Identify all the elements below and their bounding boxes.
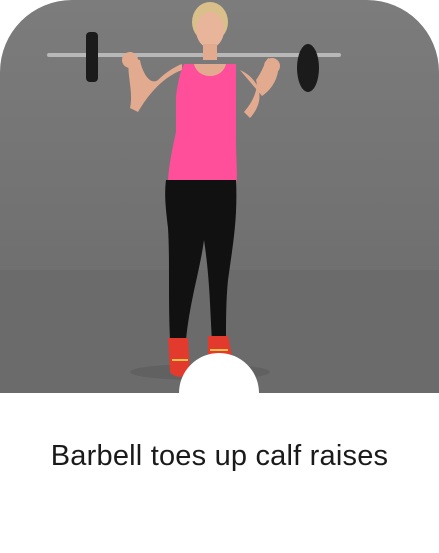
exercise-title: Barbell toes up calf raises — [50, 440, 389, 472]
exercise-photo — [0, 0, 439, 393]
left-hand — [122, 52, 138, 68]
left-plate — [86, 32, 98, 82]
left-arm — [128, 58, 182, 112]
neck — [203, 44, 217, 60]
right-hand — [264, 58, 280, 74]
exercise-card[interactable]: Barbell toes up calf raises — [0, 0, 439, 553]
exercise-illustration — [0, 2, 439, 393]
tank-top — [168, 64, 237, 184]
right-plate — [297, 44, 319, 92]
photo-notch — [179, 353, 259, 433]
head — [196, 12, 224, 48]
